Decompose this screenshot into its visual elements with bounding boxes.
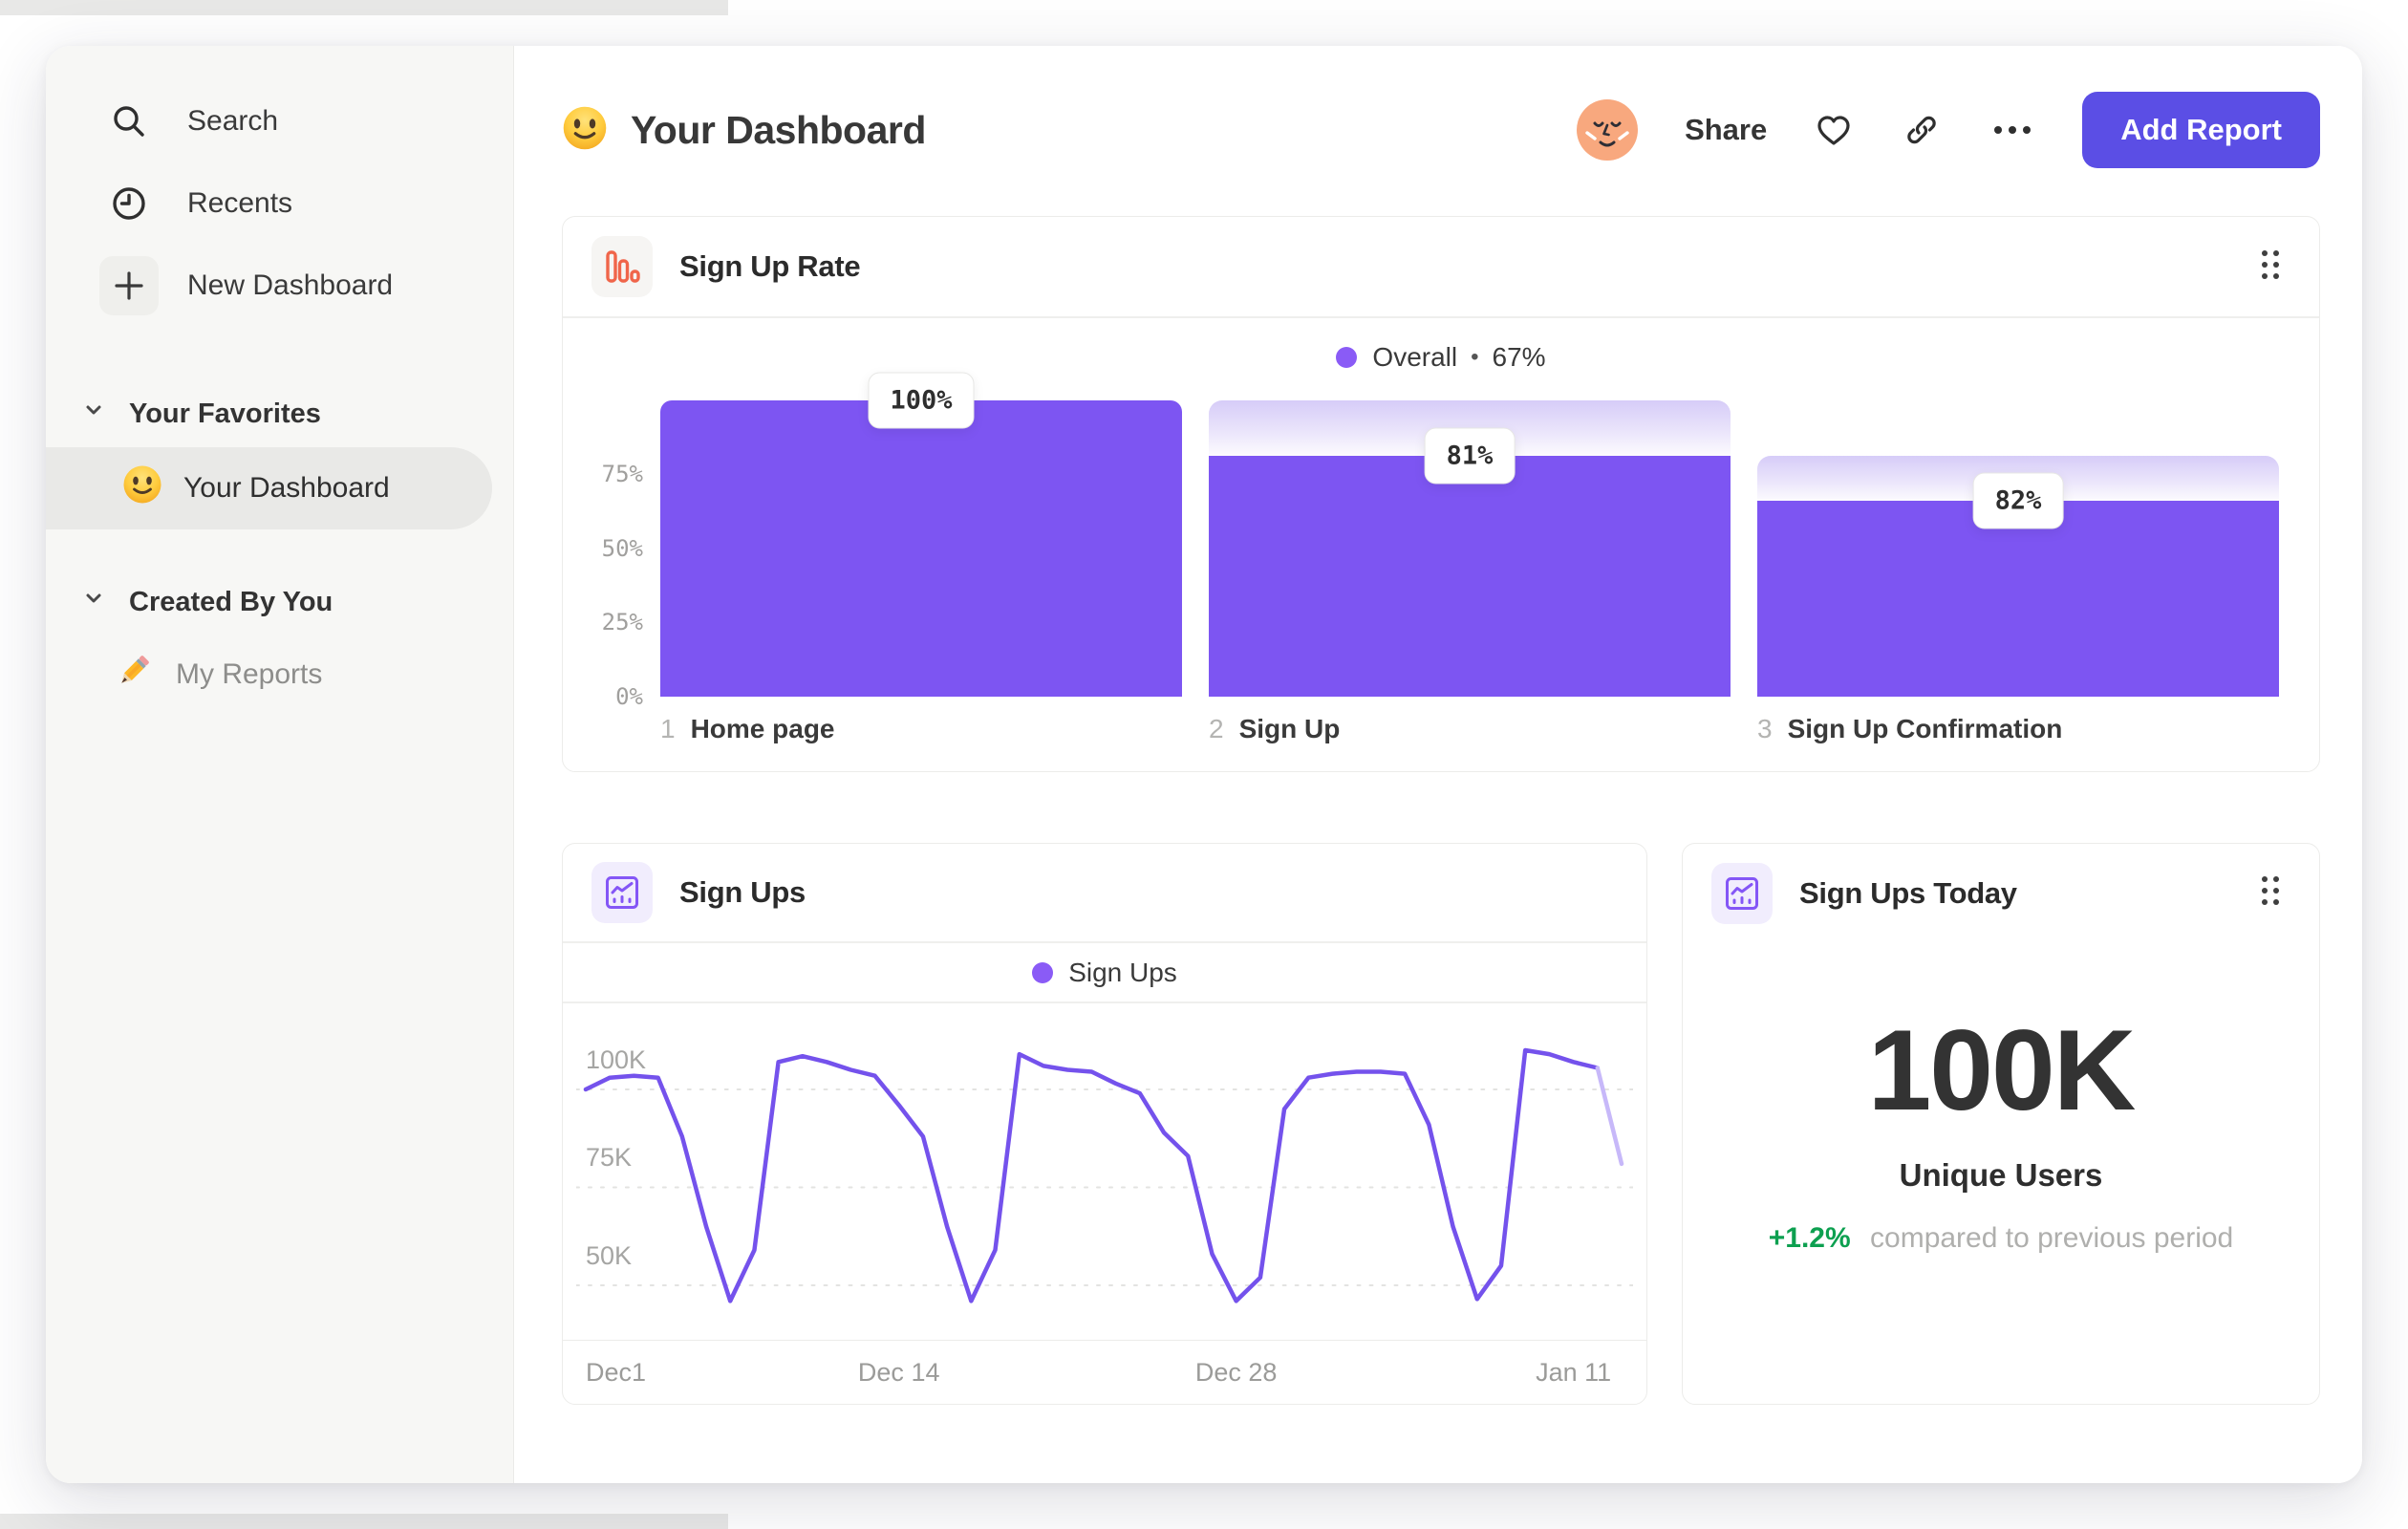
drag-handle-icon[interactable] — [2250, 865, 2290, 921]
funnel-y-tick: 75% — [601, 461, 643, 487]
stat-metric-label: Unique Users — [1899, 1156, 2103, 1193]
stat-delta: +1.2% compared to previous period — [1683, 1222, 2319, 1255]
funnel-bar-fill — [660, 399, 1182, 697]
line-x-label: Dec1 — [585, 1358, 646, 1388]
line-chart-icon — [591, 861, 653, 923]
sidebar-item-your-dashboard[interactable]: Your Dashboard — [46, 447, 492, 529]
funnel-bar-home-page[interactable]: 100% — [660, 372, 1182, 697]
funnel-step-label: 3 Sign Up Confirmation — [1757, 713, 2063, 743]
card-title: Sign Up Rate — [679, 249, 861, 283]
dashboard-header: Your Dashboard Share Add Report — [562, 90, 2320, 170]
page-title: Your Dashboard — [631, 107, 926, 152]
sidebar-item-search[interactable]: Search — [46, 80, 513, 162]
line-y-label: 50K — [586, 1240, 633, 1270]
funnel-y-axis: 75% 50% 25% 0% — [582, 400, 643, 710]
sidebar-item-label: My Reports — [176, 658, 323, 690]
sidebar-section-your-favorites[interactable]: Your Favorites — [46, 380, 513, 447]
delta-note: compared to previous period — [1870, 1221, 2234, 1254]
funnel-y-tick: 25% — [601, 609, 643, 635]
card-title: Sign Ups Today — [1799, 875, 2017, 910]
funnel-step-label: 1 Home page — [660, 713, 835, 743]
sidebar-item-my-reports[interactable]: My Reports — [46, 646, 513, 703]
plus-icon — [99, 256, 159, 315]
line-y-label: 100K — [586, 1044, 647, 1074]
sign-ups-card: Sign Ups Sign Ups 100K 75K 50K Dec1 Dec 14 D… — [562, 842, 1647, 1405]
funnel-bar-sign-up-confirmation[interactable]: 82% — [1757, 400, 2279, 697]
sidebar: Search Recents New Dashboard Your Favori… — [46, 46, 514, 1483]
chevron-down-icon — [81, 586, 106, 618]
background-window-edge-bottom — [0, 1514, 728, 1529]
line-x-axis: Dec1 Dec 14 Dec 28 Jan 11 — [576, 1341, 1633, 1403]
sign-ups-today-card: Sign Ups Today 100K Unique Users +1.2% c… — [1682, 842, 2320, 1405]
card-title: Sign Ups — [679, 874, 806, 909]
clock-icon — [99, 174, 159, 233]
funnel-bar-fill — [1757, 500, 2279, 697]
sign-up-rate-card: Sign Up Rate Overall • 67% 75% 50% 25% 0% — [562, 216, 2320, 772]
funnel-bar-fill — [1209, 456, 1731, 697]
funnel-bars: 100% 81% 82% — [660, 372, 2279, 697]
favorite-heart-icon[interactable] — [1813, 109, 1855, 151]
legend-series-name: Sign Ups — [1068, 957, 1177, 987]
stat-value: 100K — [1867, 1005, 2137, 1134]
delta-percent: +1.2% — [1768, 1221, 1851, 1254]
sidebar-section-created-by-you[interactable]: Created By You — [46, 573, 513, 631]
smiley-emoji-icon — [122, 464, 162, 512]
drag-handle-icon[interactable] — [2250, 239, 2290, 295]
line-x-label: Dec 28 — [1194, 1358, 1278, 1388]
sign-ups-trend-line — [576, 1015, 1633, 1340]
funnel-step-labels: 1 Home page 2 Sign Up 3 Sign Up Confirma… — [660, 697, 2279, 771]
funnel-value-badge: 100% — [868, 372, 975, 428]
search-icon — [99, 92, 159, 151]
line-legend[interactable]: Sign Ups — [563, 943, 1646, 1001]
funnel-y-tick: 50% — [601, 534, 643, 562]
pencil-emoji-icon — [113, 650, 155, 700]
sidebar-section-label: Your Favorites — [129, 398, 321, 429]
funnel-y-tick: 0% — [615, 682, 643, 710]
sidebar-item-recents[interactable]: Recents — [46, 162, 513, 245]
chevron-down-icon — [81, 398, 106, 430]
background-window-edge-top — [0, 0, 728, 15]
line-x-label: Dec 14 — [857, 1358, 940, 1388]
line-x-label: Jan 11 — [1536, 1358, 1612, 1388]
sidebar-item-label: Search — [187, 105, 279, 137]
funnel-value-badge: 81% — [1424, 427, 1516, 485]
funnel-value-badge: 82% — [1972, 472, 2064, 529]
more-options-icon[interactable] — [1989, 109, 2036, 151]
legend-dot — [1336, 346, 1358, 368]
legend-dot — [1032, 961, 1054, 983]
app-window: Search Recents New Dashboard Your Favori… — [46, 46, 2362, 1483]
funnel-step-label: 2 Sign Up — [1209, 713, 1341, 743]
sidebar-item-label: Recents — [187, 187, 293, 219]
sidebar-item-label: Your Dashboard — [183, 472, 390, 504]
sidebar-item-label: New Dashboard — [187, 269, 394, 301]
main-content: Your Dashboard Share Add Report Sign Up … — [514, 46, 2362, 1483]
copy-link-icon[interactable] — [1901, 109, 1943, 151]
sidebar-item-new-dashboard[interactable]: New Dashboard — [46, 245, 513, 327]
funnel-bar-sign-up[interactable]: 81% — [1209, 399, 1731, 697]
legend-series-name: Overall — [1372, 341, 1458, 372]
sidebar-section-label: Created By You — [129, 586, 333, 617]
add-report-button[interactable]: Add Report — [2082, 92, 2320, 168]
line-y-label: 75K — [586, 1143, 633, 1173]
funnel-legend[interactable]: Overall • 67% — [563, 318, 2319, 397]
legend-separator: • — [1471, 343, 1479, 370]
share-button[interactable]: Share — [1685, 113, 1767, 147]
funnel-chart-icon — [591, 236, 653, 297]
line-chart-icon — [1711, 862, 1773, 924]
user-avatar[interactable] — [1576, 98, 1639, 162]
smiley-emoji-icon — [562, 105, 608, 156]
stat-body: 100K Unique Users +1.2% compared to prev… — [1683, 1004, 2319, 1255]
line-plot[interactable]: 100K 75K 50K — [576, 1003, 1633, 1340]
legend-overall-value: 67% — [1492, 341, 1546, 372]
